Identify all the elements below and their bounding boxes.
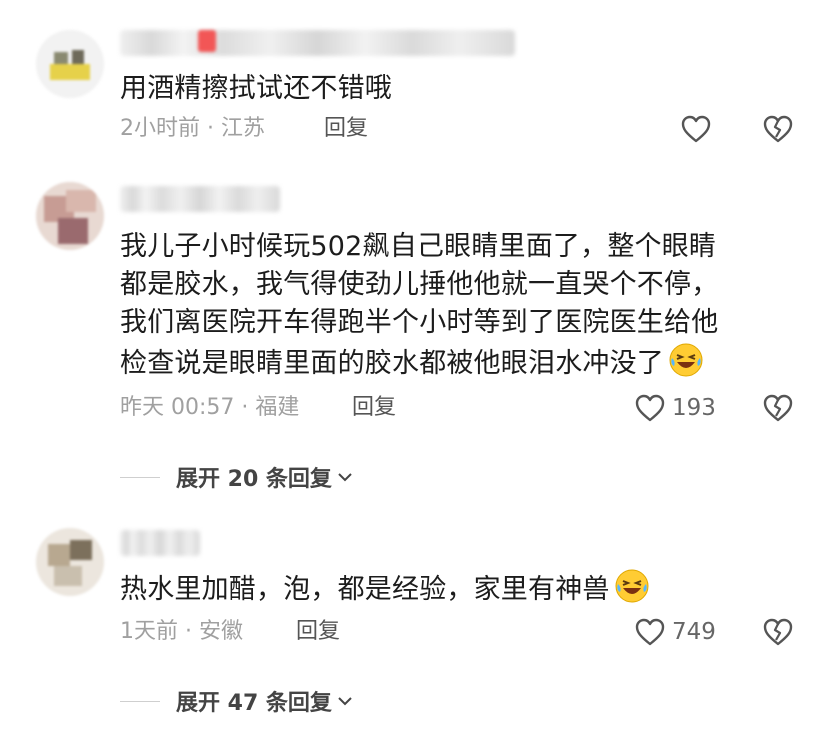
expand-replies-label: 展开 20 条回复 bbox=[176, 467, 332, 492]
comment-time-location: 2小时前 · 江苏 bbox=[120, 116, 265, 141]
expand-replies-button[interactable]: 展开 47 条回复 bbox=[120, 686, 354, 716]
username-blurred[interactable] bbox=[120, 30, 515, 56]
avatar[interactable] bbox=[36, 30, 104, 98]
red-badge bbox=[198, 30, 216, 52]
comment-text-line: 检查说是眼睛里面的胶水都被他眼泪水冲没了 bbox=[120, 342, 800, 383]
avatar[interactable] bbox=[36, 182, 104, 250]
comment-text-content: 热水里加醋，泡，都是经验，家里有神兽 bbox=[120, 574, 610, 605]
heart-outline-icon bbox=[681, 115, 711, 143]
laughing-tears-emoji bbox=[669, 343, 703, 377]
like-button[interactable] bbox=[680, 112, 712, 146]
reply-button[interactable]: 回复 bbox=[324, 114, 368, 144]
username-blurred[interactable] bbox=[120, 530, 200, 556]
comment-text-line: 都是胶水，我气得使劲儿捶他他就一直哭个不停， bbox=[120, 269, 719, 300]
comment-time-location: 1天前 · 安徽 bbox=[120, 619, 243, 644]
broken-heart-icon[interactable] bbox=[762, 113, 794, 145]
heart-outline-icon bbox=[635, 618, 665, 646]
chevron-down-icon bbox=[338, 473, 352, 482]
chevron-down-icon bbox=[338, 697, 352, 706]
like-button[interactable]: 749 bbox=[634, 615, 716, 649]
heart-outline-icon bbox=[635, 394, 665, 422]
reply-button[interactable]: 回复 bbox=[296, 617, 340, 647]
laughing-tears-emoji bbox=[615, 569, 649, 603]
comment-text: 用酒精擦拭试还不错哦 bbox=[120, 70, 800, 108]
broken-heart-icon[interactable] bbox=[762, 392, 794, 424]
username-blurred[interactable] bbox=[120, 186, 280, 212]
like-count: 749 bbox=[672, 619, 716, 645]
broken-heart-icon[interactable] bbox=[762, 616, 794, 648]
like-button[interactable]: 193 bbox=[634, 391, 716, 425]
comment-text-content: 用酒精擦拭试还不错哦 bbox=[120, 73, 392, 104]
comment-text-line: 我们离医院开车得跑半个小时等到了医院医生给他 bbox=[120, 307, 719, 338]
comment-text: 我儿子小时候玩502飙自己眼睛里面了，整个眼睛 都是胶水，我气得使劲儿捶他他就一… bbox=[120, 228, 800, 383]
comment-time-location: 昨天 00:57 · 福建 bbox=[120, 395, 300, 420]
divider bbox=[120, 700, 160, 702]
reply-button[interactable]: 回复 bbox=[352, 393, 396, 423]
expand-replies-label: 展开 47 条回复 bbox=[176, 691, 332, 716]
avatar[interactable] bbox=[36, 528, 104, 596]
like-count: 193 bbox=[672, 395, 716, 421]
comment-text: 热水里加醋，泡，都是经验，家里有神兽 bbox=[120, 568, 800, 609]
divider bbox=[120, 476, 160, 478]
comment-text-line: 我儿子小时候玩502飙自己眼睛里面了，整个眼睛 bbox=[120, 231, 717, 262]
expand-replies-button[interactable]: 展开 20 条回复 bbox=[120, 462, 354, 492]
